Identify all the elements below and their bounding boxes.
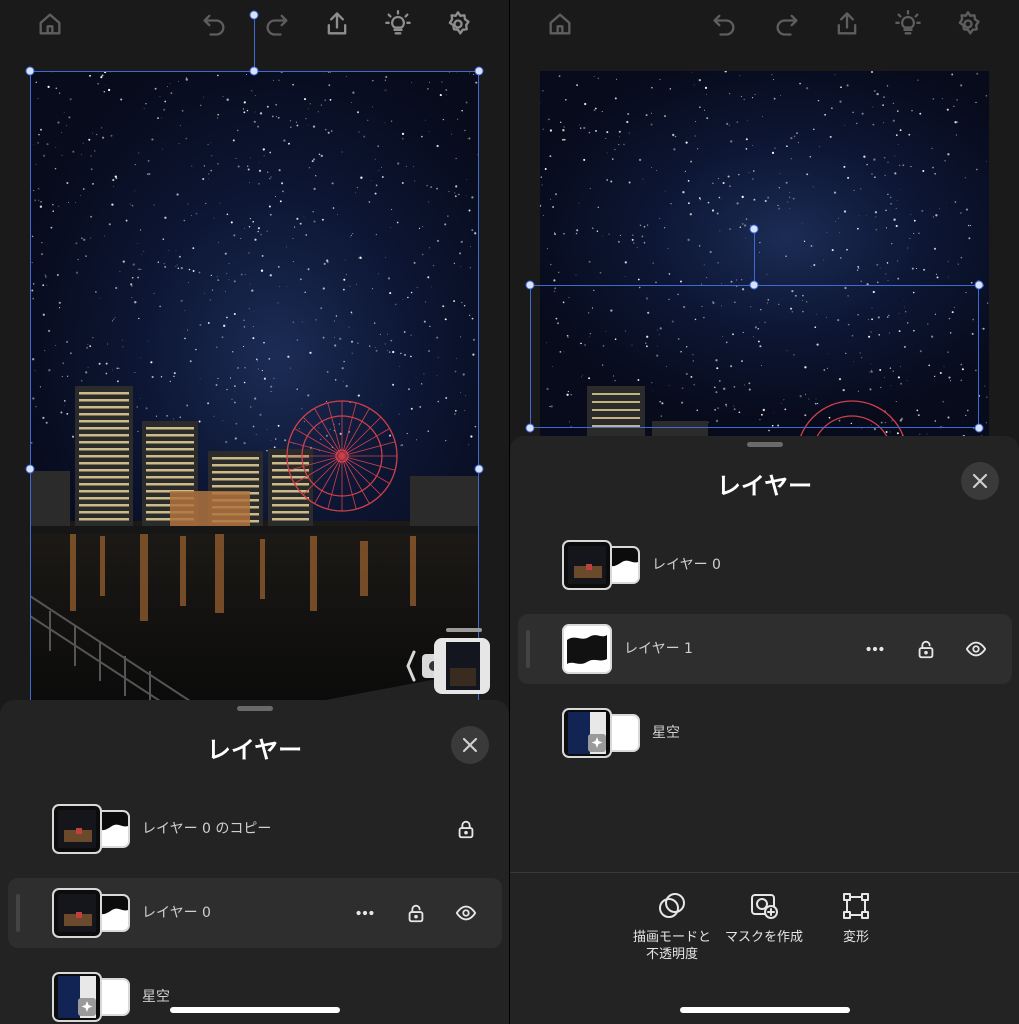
drag-handle[interactable]	[526, 630, 530, 668]
home-button[interactable]	[544, 8, 576, 40]
layer-name: 星空	[142, 989, 170, 1005]
close-button[interactable]	[451, 726, 489, 764]
layer-name: レイヤー 0 のコピー	[142, 821, 272, 837]
home-icon	[549, 13, 571, 35]
home-icon	[39, 13, 61, 35]
sheet-title: レイヤー	[206, 737, 303, 764]
redo-button[interactable]	[771, 8, 803, 40]
share-button[interactable]	[831, 8, 863, 40]
top-toolbar	[510, 0, 1019, 54]
lock-button[interactable]	[911, 634, 941, 664]
compare-icon	[406, 628, 490, 694]
canvas-image[interactable]	[30, 71, 479, 701]
undo-button[interactable]	[198, 8, 230, 40]
create-mask-button[interactable]: マスクを作成	[714, 891, 814, 946]
layers-sheet: レイヤー レイヤー 0 のコピー レイヤー 0 星空	[0, 700, 509, 1024]
layer-name: 星空	[652, 725, 680, 741]
tool-label: 変形	[842, 930, 869, 945]
layer-thumbnail	[562, 624, 612, 674]
settings-button[interactable]	[952, 8, 984, 40]
corner-handle-tl[interactable]	[525, 280, 535, 290]
layer-thumbnail	[52, 804, 102, 854]
more-icon	[356, 910, 374, 916]
layer-name: レイヤー 0	[652, 557, 721, 573]
blend-mode-icon	[659, 893, 685, 918]
canvas-image[interactable]	[540, 71, 989, 441]
layer-thumbnail	[562, 540, 612, 590]
undo-icon	[713, 14, 735, 36]
layer-row-selected[interactable]: レイヤー 1	[518, 614, 1012, 684]
layer-row[interactable]: 星空	[518, 698, 1012, 768]
layer-row[interactable]: レイヤー 0	[518, 530, 1012, 600]
layer-thumbnail	[52, 972, 102, 1022]
lightbulb-icon	[385, 10, 411, 35]
compare-widget[interactable]	[404, 628, 494, 700]
layer-name: レイヤー 1	[624, 641, 693, 657]
close-icon	[972, 473, 988, 489]
sheet-title: レイヤー	[716, 473, 813, 500]
tips-button[interactable]	[892, 8, 924, 40]
layer-thumbnail	[52, 888, 102, 938]
layer-row[interactable]: 星空	[8, 962, 502, 1024]
tool-label: 描画モードと 不透明度	[632, 930, 711, 962]
eye-icon	[965, 641, 987, 657]
corner-handle-bl[interactable]	[525, 423, 535, 433]
home-indicator	[169, 1007, 340, 1013]
gear-icon	[448, 11, 470, 35]
layer-actions-toolbar: 描画モードと 不透明度 マスクを作成 変形	[510, 872, 1019, 1024]
share-button[interactable]	[321, 8, 353, 40]
lock-button[interactable]	[401, 898, 431, 928]
gear-icon	[958, 11, 980, 35]
blend-mode-button[interactable]: 描画モードと 不透明度	[622, 891, 722, 963]
redo-icon	[776, 14, 798, 36]
home-indicator	[679, 1007, 850, 1013]
top-toolbar	[0, 0, 509, 54]
layer-name: レイヤー 0	[142, 905, 211, 921]
transform-icon	[843, 893, 869, 919]
more-options-button[interactable]	[350, 898, 380, 928]
redo-icon	[266, 14, 288, 36]
home-button[interactable]	[34, 8, 66, 40]
create-mask-icon	[751, 894, 778, 919]
lock-button[interactable]	[451, 814, 481, 844]
sheet-grabber[interactable]	[236, 706, 273, 711]
lock-closed-icon	[458, 820, 474, 839]
settings-button[interactable]	[442, 8, 474, 40]
undo-button[interactable]	[708, 8, 740, 40]
right-screen: レイヤー レイヤー 0 レイヤー 1 星空 描画モードと 不透明度 マスクを作成…	[510, 0, 1019, 1024]
layer-row-selected[interactable]: レイヤー 0	[8, 878, 502, 948]
transform-button[interactable]: 変形	[806, 891, 906, 946]
sheet-grabber[interactable]	[746, 442, 783, 447]
drag-handle[interactable]	[16, 894, 20, 932]
undo-icon	[203, 14, 225, 36]
redo-button[interactable]	[261, 8, 293, 40]
share-icon	[327, 12, 347, 35]
eye-icon	[455, 905, 477, 921]
city-skyline	[587, 386, 906, 441]
tool-label: マスクを作成	[724, 930, 803, 945]
close-icon	[462, 737, 478, 753]
close-button[interactable]	[961, 462, 999, 500]
visibility-button[interactable]	[451, 898, 481, 928]
layer-thumbnail	[562, 708, 612, 758]
tips-button[interactable]	[382, 8, 414, 40]
lock-open-icon	[408, 904, 424, 923]
more-options-button[interactable]	[860, 634, 890, 664]
share-icon	[837, 12, 857, 35]
visibility-button[interactable]	[961, 634, 991, 664]
left-screen: レイヤー レイヤー 0 のコピー レイヤー 0 星空	[0, 0, 509, 1024]
lock-open-icon	[918, 640, 934, 659]
more-icon	[866, 646, 884, 652]
layer-row[interactable]: レイヤー 0 のコピー	[8, 794, 502, 864]
lightbulb-icon	[895, 10, 921, 35]
